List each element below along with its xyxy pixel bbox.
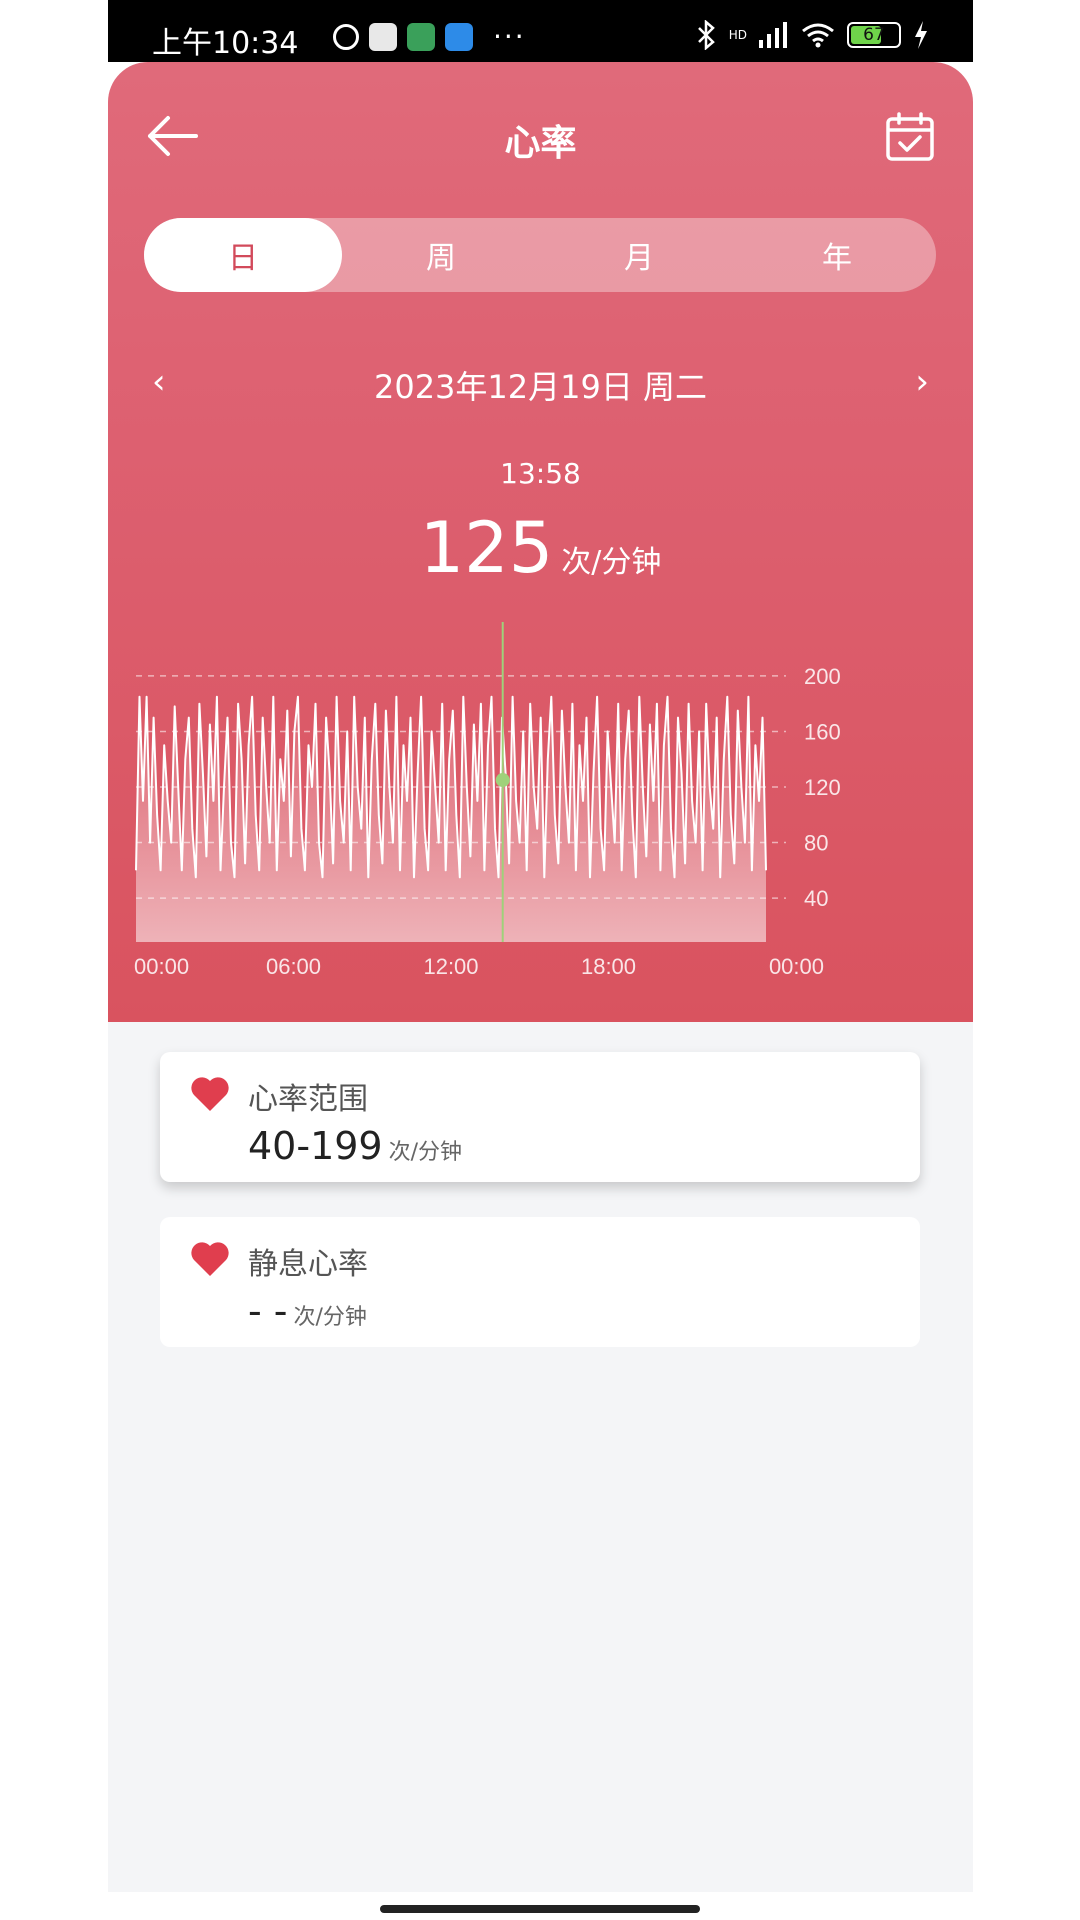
x-tick-label: 00:00 <box>769 954 824 979</box>
date-navigator: ‹ 2023年12月19日 周二 › <box>108 352 973 412</box>
status-time: 上午10:34 <box>152 26 299 61</box>
page-title: 心率 <box>504 123 577 164</box>
y-tick-label: 120 <box>804 775 841 800</box>
tab-week[interactable]: 周 <box>342 218 540 292</box>
tab-year[interactable]: 年 <box>738 218 936 292</box>
more-dots: ··· <box>493 20 526 53</box>
home-indicator[interactable] <box>380 1905 700 1913</box>
status-notification-icons: ··· <box>333 20 526 53</box>
battery-level: 67 <box>863 25 885 45</box>
selected-time: 13:58 <box>500 457 581 490</box>
heart-rate-range-card: 心率范围 40-199 次/分钟 <box>160 1052 920 1182</box>
selected-reading: 125 次/分钟 <box>108 507 973 589</box>
x-tick-label: 00:00 <box>134 954 189 979</box>
resting-heart-rate-card: 静息心率 - - 次/分钟 <box>160 1217 920 1347</box>
resting-value: - - <box>248 1289 288 1333</box>
status-bar: 上午10:34 ··· HD 67 <box>108 0 973 62</box>
heart-rate-chart[interactable]: 200 160 120 80 40 00:00 06:00 12:00 18:00 00:00 <box>108 622 973 1002</box>
y-tick-label: 160 <box>804 719 841 744</box>
tab-month[interactable]: 月 <box>540 218 738 292</box>
x-tick-label: 18:00 <box>581 954 636 979</box>
date-label: 2023年12月19日 周二 <box>373 368 708 406</box>
battery-icon: 67 <box>847 22 901 48</box>
card-title: 静息心率 <box>248 1247 368 1282</box>
wifi-icon <box>802 23 834 48</box>
tab-day[interactable]: 日 <box>144 218 342 292</box>
map-app-icon <box>369 22 397 51</box>
y-tick-label: 200 <box>804 664 841 689</box>
heart-rate-screen: 心率 日 周 月 年 ‹ 2023年12月19日 周二 › 13:58 125 次… <box>108 62 973 1892</box>
next-date-chevron-icon[interactable]: › <box>915 362 929 402</box>
ayat-app-icon <box>445 22 473 51</box>
period-tabs: 日 周 月 年 <box>144 218 936 292</box>
card-value: 40-199 次/分钟 <box>248 1124 462 1168</box>
x-tick-label: 12:00 <box>423 954 478 979</box>
resting-unit: 次/分钟 <box>293 1305 367 1330</box>
network-type-label: HD <box>728 28 747 42</box>
range-value: 40-199 <box>248 1124 383 1168</box>
range-unit: 次/分钟 <box>388 1140 463 1165</box>
charging-icon <box>915 21 927 49</box>
calendar-check-icon[interactable] <box>885 112 935 162</box>
card-value: - - 次/分钟 <box>248 1289 367 1333</box>
status-system-icons: HD 67 <box>695 20 929 50</box>
y-tick-label: 40 <box>804 886 828 911</box>
signal-icon <box>759 22 787 48</box>
x-tick-label: 06:00 <box>266 954 321 979</box>
app-store-icon <box>407 22 435 51</box>
heart-icon <box>191 1242 229 1276</box>
alarm-icon <box>333 23 359 50</box>
y-tick-label: 80 <box>804 831 828 856</box>
selected-value: 125 <box>419 507 554 589</box>
selection-point <box>495 773 510 788</box>
card-title: 心率范围 <box>248 1082 368 1117</box>
heart-icon <box>191 1077 229 1111</box>
header-panel: 心率 日 周 月 年 ‹ 2023年12月19日 周二 › 13:58 125 次… <box>108 62 973 1022</box>
bluetooth-icon <box>697 20 715 50</box>
selected-unit: 次/分钟 <box>561 545 662 580</box>
